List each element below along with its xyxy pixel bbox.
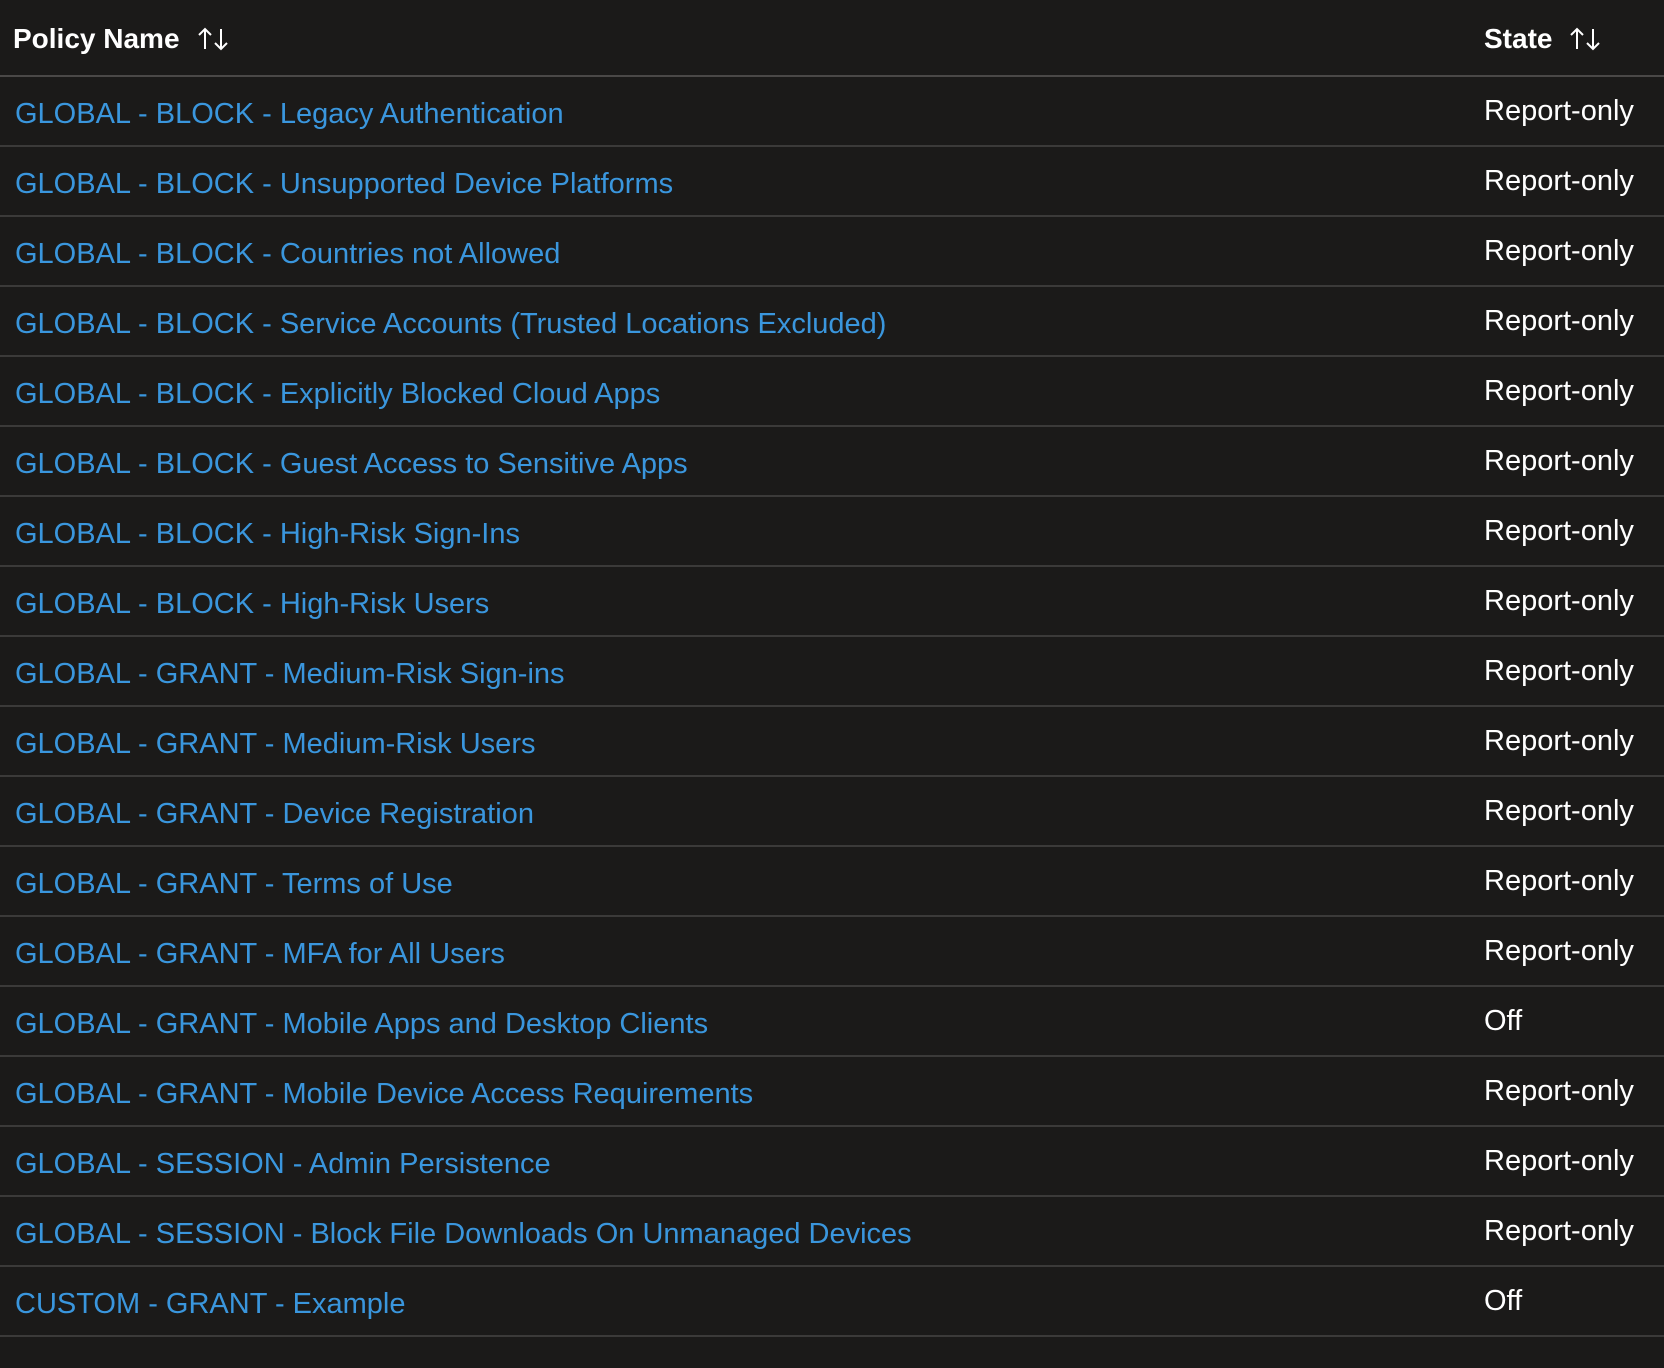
policy-name-link[interactable]: GLOBAL - BLOCK - Countries not Allowed (15, 217, 560, 287)
policy-name-link[interactable]: GLOBAL - BLOCK - Explicitly Blocked Clou… (15, 357, 660, 427)
table-row: GLOBAL - GRANT - Mobile Apps and Desktop… (0, 987, 1664, 1057)
table-row: GLOBAL - BLOCK - Service Accounts (Trust… (0, 287, 1664, 357)
policy-name-link[interactable]: GLOBAL - BLOCK - High-Risk Sign-Ins (15, 497, 520, 567)
policy-state: Report-only (1484, 724, 1634, 757)
policy-state: Report-only (1484, 514, 1634, 547)
policy-name-link[interactable]: GLOBAL - GRANT - Device Registration (15, 777, 534, 847)
table-row: GLOBAL - BLOCK - Legacy Authentication R… (0, 77, 1664, 147)
policy-state: Report-only (1484, 794, 1634, 827)
table-row: GLOBAL - BLOCK - High-Risk Sign-Ins Repo… (0, 497, 1664, 567)
policy-name-link[interactable]: CUSTOM - GRANT - Example (15, 1267, 405, 1337)
policy-state: Report-only (1484, 234, 1634, 267)
sort-up-down-icon[interactable] (196, 24, 232, 54)
table-row: GLOBAL - BLOCK - Countries not Allowed R… (0, 217, 1664, 287)
policy-name-link[interactable]: GLOBAL - SESSION - Block File Downloads … (15, 1197, 912, 1267)
table-row: GLOBAL - BLOCK - Unsupported Device Plat… (0, 147, 1664, 217)
policy-state: Report-only (1484, 584, 1634, 617)
sort-up-down-icon[interactable] (1568, 24, 1604, 54)
table-row: GLOBAL - GRANT - Device Registration Rep… (0, 777, 1664, 847)
table-row: GLOBAL - GRANT - Medium-Risk Users Repor… (0, 707, 1664, 777)
policy-state: Report-only (1484, 864, 1634, 897)
policy-name-link[interactable]: GLOBAL - SESSION - Admin Persistence (15, 1127, 551, 1197)
policy-name-link[interactable]: GLOBAL - BLOCK - Service Accounts (Trust… (15, 287, 886, 357)
table-row: GLOBAL - GRANT - Mobile Device Access Re… (0, 1057, 1664, 1127)
policy-state: Off (1484, 1284, 1523, 1317)
table-row: GLOBAL - GRANT - Medium-Risk Sign-ins Re… (0, 637, 1664, 707)
policy-name-link[interactable]: GLOBAL - GRANT - MFA for All Users (15, 917, 505, 987)
column-header-state[interactable]: State (1484, 0, 1604, 77)
policy-state: Report-only (1484, 164, 1634, 197)
policy-state: Report-only (1484, 94, 1634, 127)
table-row: GLOBAL - BLOCK - High-Risk Users Report-… (0, 567, 1664, 637)
policy-name-link[interactable]: GLOBAL - BLOCK - Legacy Authentication (15, 77, 564, 147)
policy-state: Report-only (1484, 374, 1634, 407)
policy-state: Report-only (1484, 1144, 1634, 1177)
policy-name-link[interactable]: GLOBAL - BLOCK - High-Risk Users (15, 567, 489, 637)
table-header: Policy Name State (0, 0, 1664, 77)
table-row: GLOBAL - SESSION - Block File Downloads … (0, 1197, 1664, 1267)
table-row: GLOBAL - GRANT - Terms of Use Report-onl… (0, 847, 1664, 917)
column-header-state-label: State (1484, 22, 1553, 54)
policy-state: Report-only (1484, 444, 1634, 477)
policy-state: Report-only (1484, 1214, 1634, 1247)
policy-name-link[interactable]: GLOBAL - BLOCK - Unsupported Device Plat… (15, 147, 673, 217)
table-row: GLOBAL - BLOCK - Explicitly Blocked Clou… (0, 357, 1664, 427)
policy-name-link[interactable]: GLOBAL - GRANT - Medium-Risk Sign-ins (15, 637, 565, 707)
policy-state: Report-only (1484, 654, 1634, 687)
table-row: GLOBAL - SESSION - Admin Persistence Rep… (0, 1127, 1664, 1197)
policy-name-link[interactable]: GLOBAL - GRANT - Mobile Device Access Re… (15, 1057, 753, 1127)
column-header-policy-name[interactable]: Policy Name (13, 0, 232, 77)
policy-name-link[interactable]: GLOBAL - BLOCK - Guest Access to Sensiti… (15, 427, 688, 497)
policy-state: Report-only (1484, 304, 1634, 337)
policy-state: Report-only (1484, 934, 1634, 967)
policy-name-link[interactable]: GLOBAL - GRANT - Terms of Use (15, 847, 453, 917)
policy-state: Off (1484, 1004, 1523, 1037)
table-row: GLOBAL - BLOCK - Guest Access to Sensiti… (0, 427, 1664, 497)
policy-name-link[interactable]: GLOBAL - GRANT - Medium-Risk Users (15, 707, 535, 777)
column-header-policy-name-label: Policy Name (13, 22, 180, 54)
table-row: CUSTOM - GRANT - Example Off (0, 1267, 1664, 1337)
policy-name-link[interactable]: GLOBAL - GRANT - Mobile Apps and Desktop… (15, 987, 708, 1057)
policy-state: Report-only (1484, 1074, 1634, 1107)
policy-table: Policy Name State GLOBAL - BLOCK - Legac… (0, 0, 1664, 1337)
table-row: GLOBAL - GRANT - MFA for All Users Repor… (0, 917, 1664, 987)
